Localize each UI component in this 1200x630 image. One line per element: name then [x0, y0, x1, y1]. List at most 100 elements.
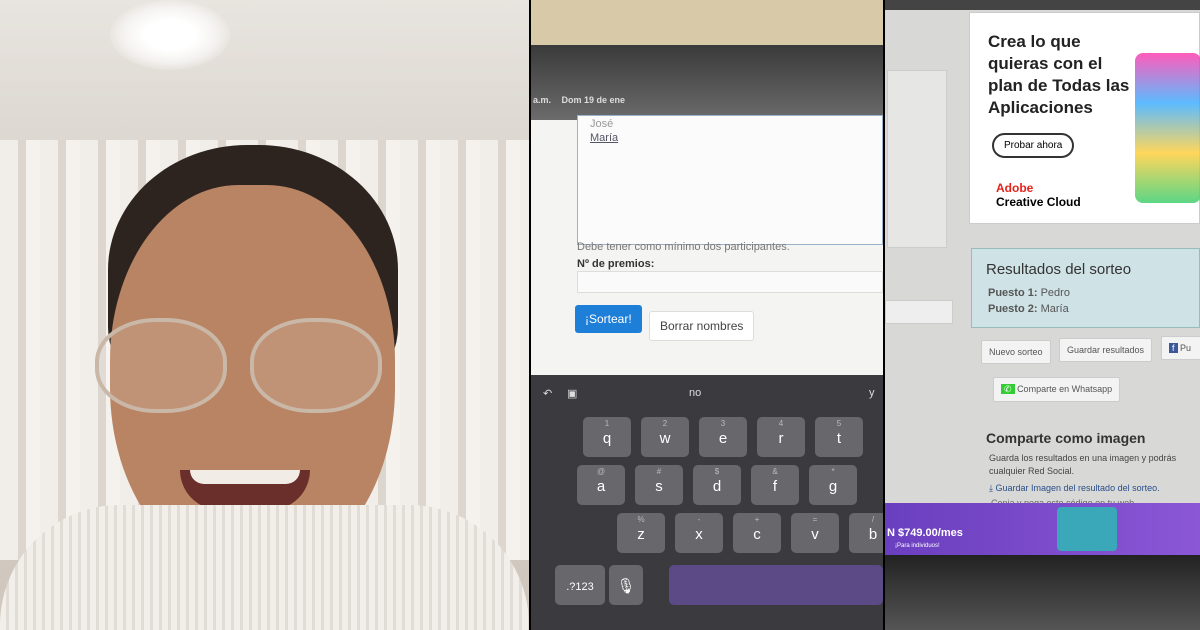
key-x[interactable]: -x [675, 513, 723, 553]
key-char: c [753, 526, 761, 543]
browser-top-bar [885, 0, 1200, 10]
promo-price: N $749.00/mes [887, 527, 963, 539]
key-char: f [772, 478, 778, 495]
key-alt-char: @ [596, 467, 606, 476]
microphone-icon[interactable]: 🎙 [609, 565, 643, 605]
facebook-share-button[interactable]: Pu [1180, 343, 1191, 353]
facebook-icon: f [1169, 343, 1178, 353]
draw-button[interactable]: ¡Sortear! [575, 305, 642, 333]
clipboard-icon[interactable]: ▣ [567, 387, 577, 400]
key-char: t [836, 430, 842, 447]
key-r[interactable]: 4r [757, 417, 805, 457]
creative-cloud-text: Creative Cloud [996, 195, 1081, 209]
min-participants-hint: Debe tener como mínimo dos participantes… [577, 241, 790, 253]
colorful-mugs-image [1135, 53, 1200, 203]
key-w[interactable]: 2w [641, 417, 689, 457]
space-bar[interactable] [669, 565, 883, 605]
webcam-photo-panel [0, 0, 529, 630]
desk-background [531, 0, 883, 45]
adobe-ad[interactable]: Crea lo que quieras con el plan de Todas… [969, 12, 1200, 224]
key-alt-char: 5 [836, 419, 842, 428]
key-z[interactable]: % z [617, 513, 665, 553]
share-image-text: Guarda los resultados en una imagen y po… [989, 453, 1177, 476]
whatsapp-share-button[interactable]: Comparte en Whatsapp [1017, 384, 1112, 394]
share-image-title: Comparte como imagen [986, 430, 1146, 446]
status-date: Dom 19 de ene [561, 95, 626, 105]
promo-person-image [1057, 507, 1117, 551]
tablet-form-panel: a.m. Dom 19 de ene José María Debe tener… [531, 0, 883, 630]
prizes-label: Nº de premios: [577, 258, 655, 270]
suggestion-word[interactable]: no [689, 387, 701, 399]
participant-entry: José [590, 118, 614, 130]
sidebar-box [887, 70, 947, 248]
place-label: Puesto 1: [988, 287, 1038, 299]
place-1-winner: Pedro [1040, 287, 1070, 299]
whatsapp-icon: ✆ [1001, 384, 1015, 394]
key-e[interactable]: 3e [699, 417, 747, 457]
place-label: Puesto 2: [988, 303, 1038, 315]
key-alt-char: 4 [778, 419, 784, 428]
key-alt-char: = [812, 515, 818, 524]
input-box[interactable] [885, 300, 953, 324]
key-alt-char: & [772, 467, 778, 476]
key-char: s [655, 478, 663, 495]
onscreen-keyboard: ↶ ▣ no y 1 q 2 w 3 e 4 r 5 t @ a # s $ d & f * g% z - x + c = v / b … [531, 375, 883, 630]
key-alt-char: 3 [720, 419, 726, 428]
key-alt-char: 2 [662, 419, 668, 428]
key-char: e [718, 430, 728, 447]
key-alt-char: % [637, 515, 645, 524]
results-page-panel: Crea lo que quieras con el plan de Todas… [885, 0, 1200, 630]
download-icon: ⤓ [989, 483, 993, 493]
key-char: w [659, 430, 671, 447]
tablet-bezel [885, 555, 1200, 630]
key-char: x [695, 526, 703, 543]
numbers-key[interactable]: .?123 [555, 565, 605, 605]
key-char: q [602, 430, 612, 447]
key-alt-char: * [831, 467, 835, 476]
tablet-screen: a.m. Dom 19 de ene José María Debe tener… [531, 45, 883, 375]
glasses-right [250, 318, 382, 413]
key-g[interactable]: * g [809, 465, 857, 505]
participants-textarea[interactable]: José María [577, 115, 883, 245]
key-alt-char: 1 [604, 419, 610, 428]
suggestion-word[interactable]: y [869, 387, 875, 399]
save-image-link[interactable]: Guardar Imagen del resultado del sorteo. [996, 483, 1160, 493]
key-char: d [712, 478, 722, 495]
place-2-winner: María [1040, 303, 1069, 315]
save-results-button[interactable]: Guardar resultados [1059, 338, 1153, 362]
key-q[interactable]: 1q [583, 417, 631, 457]
key-v[interactable]: = v [791, 513, 839, 553]
adobe-logo-text: Adobe [996, 181, 1034, 195]
promo-banner[interactable]: N $749.00/mes ¡Para individuos! [885, 503, 1200, 555]
key-char: g [828, 478, 838, 495]
key-d[interactable]: $ d [693, 465, 741, 505]
ceiling-light [110, 0, 230, 70]
key-t[interactable]: 5t [815, 417, 863, 457]
key-char: a [596, 478, 606, 495]
clear-names-button[interactable]: Borrar nombres [649, 311, 755, 341]
results-title: Resultados del sorteo [986, 261, 1132, 278]
undo-icon[interactable]: ↶ [543, 387, 552, 400]
key-char: r [778, 430, 784, 447]
key-s[interactable]: # s [635, 465, 683, 505]
status-time: a.m. [533, 95, 552, 105]
key-char: z [637, 526, 645, 543]
key-alt-char: / [871, 515, 875, 524]
prizes-input[interactable] [577, 271, 883, 293]
results-box: Resultados del sorteo Puesto 1: Pedro Pu… [971, 248, 1200, 328]
key-f[interactable]: & f [751, 465, 799, 505]
ad-headline: Crea lo que quieras con el plan de Todas… [988, 32, 1130, 117]
key-c[interactable]: + c [733, 513, 781, 553]
new-draw-button[interactable]: Nuevo sorteo [981, 340, 1051, 364]
key-char: b [868, 526, 878, 543]
key-a[interactable]: @ a [577, 465, 625, 505]
key-alt-char: # [656, 467, 662, 476]
status-bar: a.m. Dom 19 de ene [531, 45, 883, 120]
key-alt-char: - [697, 515, 701, 524]
key-alt-char: + [754, 515, 760, 524]
promo-subtext: ¡Para individuos! [895, 543, 940, 549]
glasses-left [95, 318, 227, 413]
try-now-button[interactable]: Probar ahora [992, 133, 1075, 158]
participant-entry: María [590, 132, 619, 144]
key-b[interactable]: / b [849, 513, 883, 553]
